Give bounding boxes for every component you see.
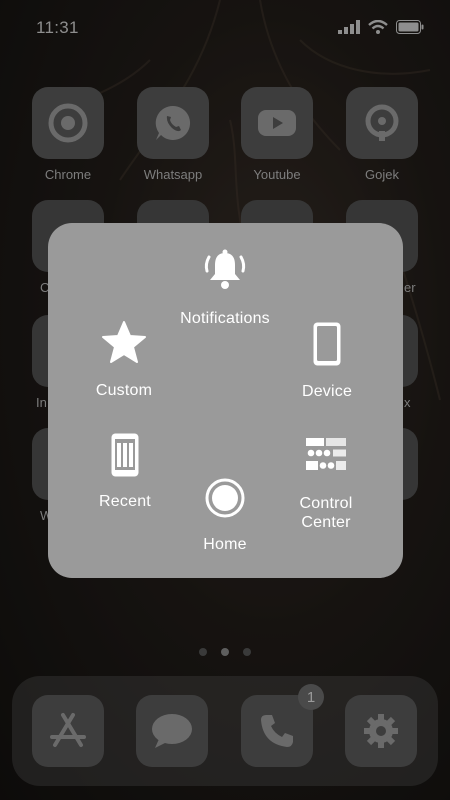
status-bar: 11:31 xyxy=(0,0,450,56)
youtube-icon xyxy=(241,87,313,159)
recent-label: Recent xyxy=(99,493,151,510)
status-time: 11:31 xyxy=(36,18,79,37)
app-label-fragment: In xyxy=(36,395,47,410)
page-indicator[interactable] xyxy=(0,648,450,656)
app-store-icon[interactable] xyxy=(32,695,104,767)
settings-icon[interactable] xyxy=(345,695,417,767)
recent-apps-icon xyxy=(75,430,175,480)
page-dot-active xyxy=(221,648,229,656)
wifi-icon xyxy=(368,20,388,34)
device-icon xyxy=(277,320,377,368)
notifications-button[interactable]: Notifications xyxy=(150,245,300,328)
custom-button[interactable]: Custom xyxy=(74,317,174,400)
page-dot xyxy=(199,648,207,656)
app-gojek[interactable]: Gojek xyxy=(346,87,418,182)
phone-badge: 1 xyxy=(298,684,324,710)
messages-icon[interactable] xyxy=(136,695,208,767)
home-button[interactable]: Home xyxy=(175,473,275,554)
app-label: Gojek xyxy=(365,167,399,182)
app-whatsapp[interactable]: Whatsapp xyxy=(137,87,209,182)
recent-button[interactable]: Recent xyxy=(75,430,175,511)
app-label: Chrome xyxy=(44,167,92,182)
page-dot xyxy=(243,648,251,656)
app-label: Youtube xyxy=(253,167,301,182)
home-label: Home xyxy=(203,536,247,553)
app-chrome[interactable]: Chrome xyxy=(32,87,104,182)
dock: 1 xyxy=(12,676,438,786)
control-center-label-line2: Center xyxy=(301,514,351,531)
chrome-icon xyxy=(32,87,104,159)
app-youtube[interactable]: Youtube xyxy=(241,87,313,182)
battery-icon xyxy=(396,20,424,34)
assistive-touch-menu: Notifications Custom Device Recent Home … xyxy=(48,223,403,578)
app-label: Whatsapp xyxy=(143,167,203,182)
signal-icon xyxy=(338,20,360,34)
app-label-fragment: x xyxy=(404,395,411,410)
app-label-fragment: er xyxy=(404,280,416,295)
control-center-icon xyxy=(276,430,376,480)
home-icon xyxy=(175,473,275,523)
star-icon xyxy=(74,317,174,367)
device-button[interactable]: Device xyxy=(277,320,377,401)
bell-icon xyxy=(150,245,300,295)
control-center-button[interactable]: Control Center xyxy=(276,430,376,532)
device-label: Device xyxy=(301,383,353,400)
control-center-label-line1: Control xyxy=(299,495,353,512)
gojek-icon xyxy=(346,87,418,159)
status-icons xyxy=(338,20,424,34)
whatsapp-icon xyxy=(137,87,209,159)
custom-label: Custom xyxy=(95,382,153,399)
